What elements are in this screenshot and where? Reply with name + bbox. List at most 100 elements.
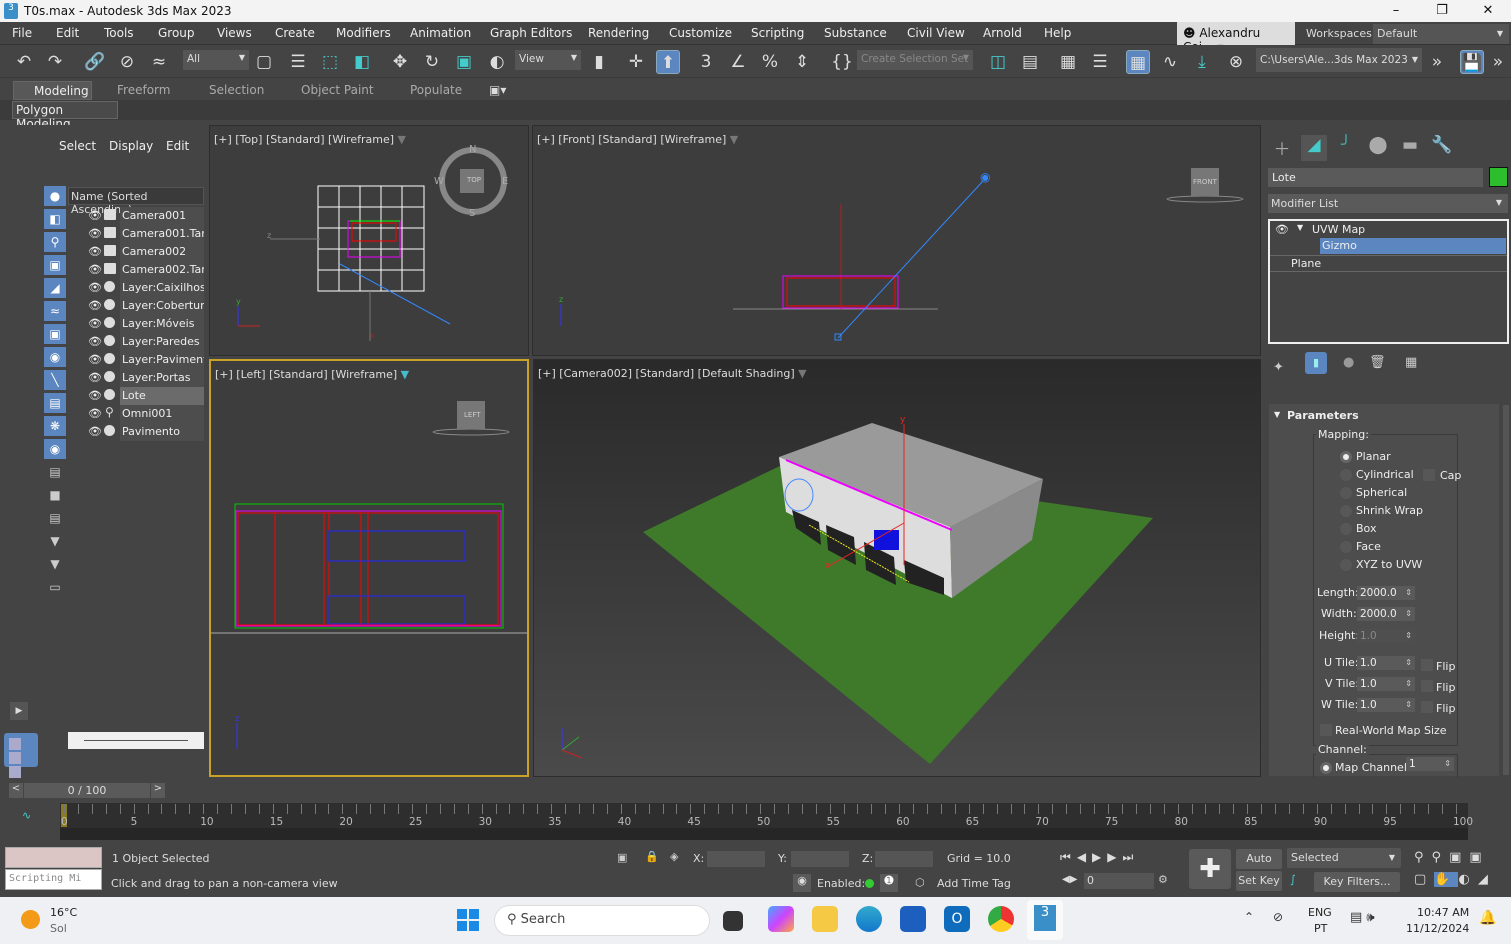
- task-view-icon[interactable]: [723, 911, 743, 931]
- weather-sun-icon[interactable]: [21, 910, 40, 929]
- length-spinner[interactable]: 2000.0 ⇕: [1357, 586, 1415, 600]
- mapping-radio-box[interactable]: [1340, 523, 1352, 535]
- time-configuration-icon[interactable]: ⚙: [1158, 873, 1168, 886]
- windows-start-icon[interactable]: [457, 909, 479, 931]
- weather-temp[interactable]: 16°C: [50, 906, 77, 919]
- mini-curve-editor-icon[interactable]: ∿: [22, 809, 31, 822]
- visibility-eye-icon[interactable]: 👁: [88, 245, 102, 258]
- motion-tab-icon[interactable]: ⬤: [1365, 135, 1391, 161]
- map-channel-spinner[interactable]: 1 ⇕: [1406, 757, 1454, 771]
- ms-store-icon[interactable]: [900, 906, 926, 932]
- pin-stack-icon[interactable]: ✦: [1273, 360, 1284, 375]
- next-key-icon[interactable]: ▶: [1107, 850, 1122, 864]
- remove-modifier-icon[interactable]: 🗑: [1369, 355, 1386, 370]
- v-flip-checkbox[interactable]: [1421, 680, 1433, 692]
- display-tab-icon[interactable]: ▬: [1397, 135, 1423, 161]
- snaps-toggle-icon[interactable]: 3: [694, 50, 718, 74]
- unlink-icon[interactable]: ⊘: [115, 50, 139, 74]
- mapping-radio-face[interactable]: [1340, 541, 1352, 553]
- spinner-snap-icon[interactable]: ⇕: [790, 50, 814, 74]
- pivot-center-icon[interactable]: ▮: [587, 50, 611, 74]
- active-shade-icon[interactable]: ➊: [880, 874, 898, 892]
- key-mode-dropdown[interactable]: Selected ▼: [1287, 848, 1401, 868]
- command-panel-scrollbar[interactable]: [1503, 405, 1509, 775]
- zoom-all-icon[interactable]: ⚲: [1432, 850, 1450, 865]
- explorer-item[interactable]: 👁 Camera002.Targ: [80, 261, 204, 279]
- modify-tab-icon[interactable]: ◢: [1301, 135, 1327, 161]
- visibility-eye-icon[interactable]: 👁: [88, 263, 102, 276]
- display-invert-icon[interactable]: ■: [44, 485, 66, 505]
- expand-triangle-icon[interactable]: ▼: [1297, 223, 1303, 232]
- notifications-bell-icon[interactable]: 🔔: [1479, 910, 1496, 926]
- project-folder-dropdown[interactable]: C:\Users\Ale...3ds Max 2023 ▼: [1256, 48, 1422, 72]
- viewport-front[interactable]: ◉ z [+] [Front] [Standard] [Wireframe] ▼…: [532, 125, 1261, 356]
- explorer-item[interactable]: 👁 Layer:Cobertura: [80, 297, 204, 315]
- stack-item-uvw-map[interactable]: UVW Map: [1312, 223, 1365, 236]
- xrefs-filter-icon[interactable]: ◉: [44, 347, 66, 367]
- play-icon[interactable]: ▶: [1092, 850, 1107, 864]
- toggle-ribbon-icon[interactable]: ▦: [1126, 50, 1150, 74]
- track-bar-keys[interactable]: [60, 828, 1468, 840]
- zoom-extents-icon[interactable]: ▣: [1449, 850, 1469, 865]
- mapping-radio-shrink-wrap[interactable]: [1340, 505, 1352, 517]
- layer-toggle-icon[interactable]: ▭: [44, 577, 66, 597]
- bind-space-warp-icon[interactable]: ≈: [147, 50, 171, 74]
- menu-customize[interactable]: Customize: [669, 26, 732, 40]
- groups-filter-icon[interactable]: ▣: [44, 324, 66, 344]
- real-world-map-size-checkbox[interactable]: [1320, 724, 1332, 736]
- show-end-result-icon[interactable]: ▮: [1305, 352, 1327, 374]
- visibility-eye-icon[interactable]: 👁: [88, 389, 102, 402]
- set-keys-button[interactable]: ✚: [1189, 849, 1231, 889]
- tab-object-paint[interactable]: Object Paint: [301, 83, 374, 97]
- mapping-radio-cylindrical[interactable]: [1340, 469, 1352, 481]
- menu-tools[interactable]: Tools: [104, 26, 134, 40]
- visibility-eye-icon[interactable]: 👁: [88, 335, 102, 348]
- explorer-column-header[interactable]: Name (Sorted Ascending): [68, 187, 204, 216]
- go-to-end-icon[interactable]: ⏭: [1123, 850, 1140, 864]
- viewport-top[interactable]: z x y [+] [Top] [Standard] [Wireframe] ▼…: [209, 125, 529, 356]
- menu-animation[interactable]: Animation: [410, 26, 471, 40]
- keyboard-shortcut-override-icon[interactable]: ⬆: [656, 50, 680, 74]
- maxscript-listener-output[interactable]: [5, 847, 102, 868]
- key-mode-toggle-icon[interactable]: ◀▶: [1062, 874, 1077, 885]
- expand-layouts-icon[interactable]: ▶: [10, 702, 28, 720]
- time-slider[interactable]: 0 / 100: [24, 783, 150, 798]
- reference-coordinate-dropdown[interactable]: View ▼: [515, 50, 581, 70]
- maxscript-mini-listener[interactable]: Scripting Mi: [5, 869, 102, 890]
- shapes-filter-icon[interactable]: ◧: [44, 209, 66, 229]
- filter-selected-icon[interactable]: ▼: [44, 531, 66, 551]
- particles-filter-icon[interactable]: ❋: [44, 416, 66, 436]
- workspace-dropdown[interactable]: Default ▼: [1373, 24, 1509, 44]
- scene-explorer-toggle-icon[interactable]: ▦: [1056, 50, 1080, 74]
- edge-icon[interactable]: [856, 906, 882, 932]
- pan-hand-icon[interactable]: ✋: [1434, 872, 1459, 887]
- clock-time[interactable]: 10:47 AM: [1417, 906, 1469, 919]
- redo-icon[interactable]: ↷: [43, 50, 67, 74]
- key-filters-button[interactable]: Key Filters...: [1314, 872, 1400, 892]
- taskbar-search[interactable]: ⚲ Search: [494, 905, 710, 936]
- window-crossing-icon[interactable]: ◧: [350, 50, 374, 74]
- geometry-filter-icon[interactable]: ●: [44, 186, 66, 206]
- close-button[interactable]: ✕: [1465, 0, 1511, 22]
- visibility-eye-icon[interactable]: 👁: [88, 227, 102, 240]
- default-tangent-icon[interactable]: ∫: [1290, 873, 1296, 886]
- containers-filter-icon[interactable]: ▤: [44, 393, 66, 413]
- filter-icon[interactable]: ▼: [44, 554, 66, 574]
- overflow-chevron-icon[interactable]: »: [1425, 50, 1449, 74]
- viewcube-front-face[interactable]: FRONT: [1193, 178, 1217, 186]
- explorer-item[interactable]: 👁 Camera002: [80, 243, 204, 261]
- mirror-icon[interactable]: ◫: [986, 50, 1010, 74]
- viewport-camera[interactable]: y x [+] [Camera002] [Standard] [Default …: [533, 359, 1261, 777]
- object-color-swatch[interactable]: [1489, 167, 1508, 187]
- menu-modifiers[interactable]: Modifiers: [336, 26, 391, 40]
- minimize-button[interactable]: –: [1373, 0, 1419, 22]
- current-frame-field[interactable]: 0: [1084, 873, 1154, 889]
- align-icon[interactable]: ▤: [1018, 50, 1042, 74]
- auto-key-button[interactable]: Auto Key: [1236, 849, 1282, 885]
- visibility-eye-icon[interactable]: 👁: [88, 425, 102, 438]
- ribbon-options-icon[interactable]: ▣▾: [489, 83, 506, 97]
- viewcube-left-face[interactable]: LEFT: [464, 411, 481, 419]
- u-flip-checkbox[interactable]: [1421, 659, 1433, 671]
- explorer-item[interactable]: 👁 Lote: [80, 387, 204, 405]
- menu-rendering[interactable]: Rendering: [588, 26, 649, 40]
